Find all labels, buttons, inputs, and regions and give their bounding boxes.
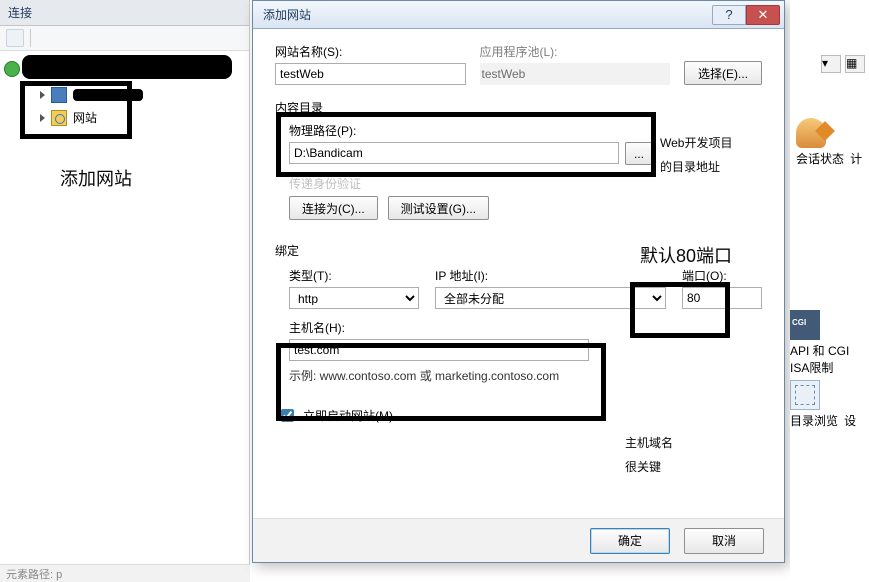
annotation-left: 添加网站: [60, 165, 132, 191]
annotation-host-text: 主机域名很关键: [625, 430, 673, 478]
site-name-label: 网站名称(S):: [275, 43, 466, 60]
content-dir-legend: 内容目录: [275, 99, 323, 116]
connections-panel: 连接 网站: [0, 0, 250, 582]
browse-button[interactable]: ...: [625, 142, 653, 165]
sites-icon: [51, 110, 67, 126]
tree-item-sites[interactable]: 网站: [40, 109, 97, 126]
expand-icon[interactable]: [40, 91, 45, 99]
host-label: 主机名(H):: [289, 319, 762, 336]
host-example: 示例: www.contoso.com 或 marketing.contoso.…: [289, 367, 762, 384]
app-pool-label: 应用程序池(L):: [480, 43, 671, 60]
annotation-port-text: 默认80端口: [640, 245, 732, 267]
dir-browse-icon: [790, 380, 820, 410]
toolbar-button[interactable]: [6, 29, 24, 47]
feature-cgi-isapi[interactable]: API 和 CGI ISA限制: [790, 310, 860, 376]
type-select[interactable]: http: [289, 287, 419, 309]
tree-item-label: 网站: [73, 109, 97, 126]
dialog-title: 添加网站: [263, 6, 311, 23]
session-state-icon: [796, 118, 826, 148]
physical-path-input[interactable]: [289, 142, 619, 164]
redacted-server-name: [22, 55, 232, 79]
annotation-path-text: Web开发项目的目录地址: [660, 130, 732, 178]
tree-item-app-pools[interactable]: [40, 87, 143, 103]
feature-dir-browse[interactable]: 目录浏览 设: [790, 380, 860, 429]
cancel-button[interactable]: 取消: [684, 528, 764, 554]
start-now-label: 立即启动网站(M): [303, 407, 393, 424]
view-mode-button[interactable]: ▾: [821, 55, 841, 73]
test-settings-button[interactable]: 测试设置(G)...: [388, 196, 489, 220]
view-grid-button[interactable]: ▦: [845, 55, 865, 73]
dialog-footer: 确定 取消: [253, 518, 784, 562]
type-label: 类型(T):: [289, 267, 419, 284]
status-bar: 元素路径: p: [0, 564, 250, 582]
site-name-input[interactable]: [275, 63, 466, 85]
connections-header: 连接: [0, 0, 249, 26]
connections-toolbar: [0, 26, 249, 51]
port-label: 端口(O):: [682, 267, 762, 284]
expand-icon[interactable]: [40, 114, 45, 122]
ip-label: IP 地址(I):: [435, 267, 666, 284]
binding-legend: 绑定: [275, 242, 299, 259]
port-input[interactable]: [682, 287, 762, 309]
feature-session-state[interactable]: 会话状态 计: [796, 118, 866, 167]
ok-button[interactable]: 确定: [590, 528, 670, 554]
connect-as-button[interactable]: 连接为(C)...: [289, 196, 378, 220]
add-website-dialog: 添加网站 ? ✕ 网站名称(S): 应用程序池(L): testWeb 选择(E…: [252, 0, 785, 563]
cgi-icon: [790, 310, 820, 340]
dialog-titlebar[interactable]: 添加网站 ? ✕: [253, 1, 784, 29]
help-button[interactable]: ?: [712, 5, 746, 25]
right-features-strip: ▾ ▦ 会话状态 计 API 和 CGI ISA限制 目录浏览 设: [790, 0, 869, 582]
app-pool-value: testWeb: [480, 63, 671, 85]
connections-tree[interactable]: 网站: [0, 51, 249, 59]
ip-select[interactable]: 全部未分配: [435, 287, 666, 309]
app-pool-icon: [51, 87, 67, 103]
select-app-pool-button[interactable]: 选择(E)...: [684, 61, 762, 85]
start-now-checkbox[interactable]: [281, 409, 294, 422]
host-input[interactable]: [289, 339, 589, 361]
redacted-label: [73, 89, 143, 101]
close-button[interactable]: ✕: [746, 5, 780, 25]
dialog-body: 网站名称(S): 应用程序池(L): testWeb 选择(E)... 内容目录…: [253, 29, 784, 435]
